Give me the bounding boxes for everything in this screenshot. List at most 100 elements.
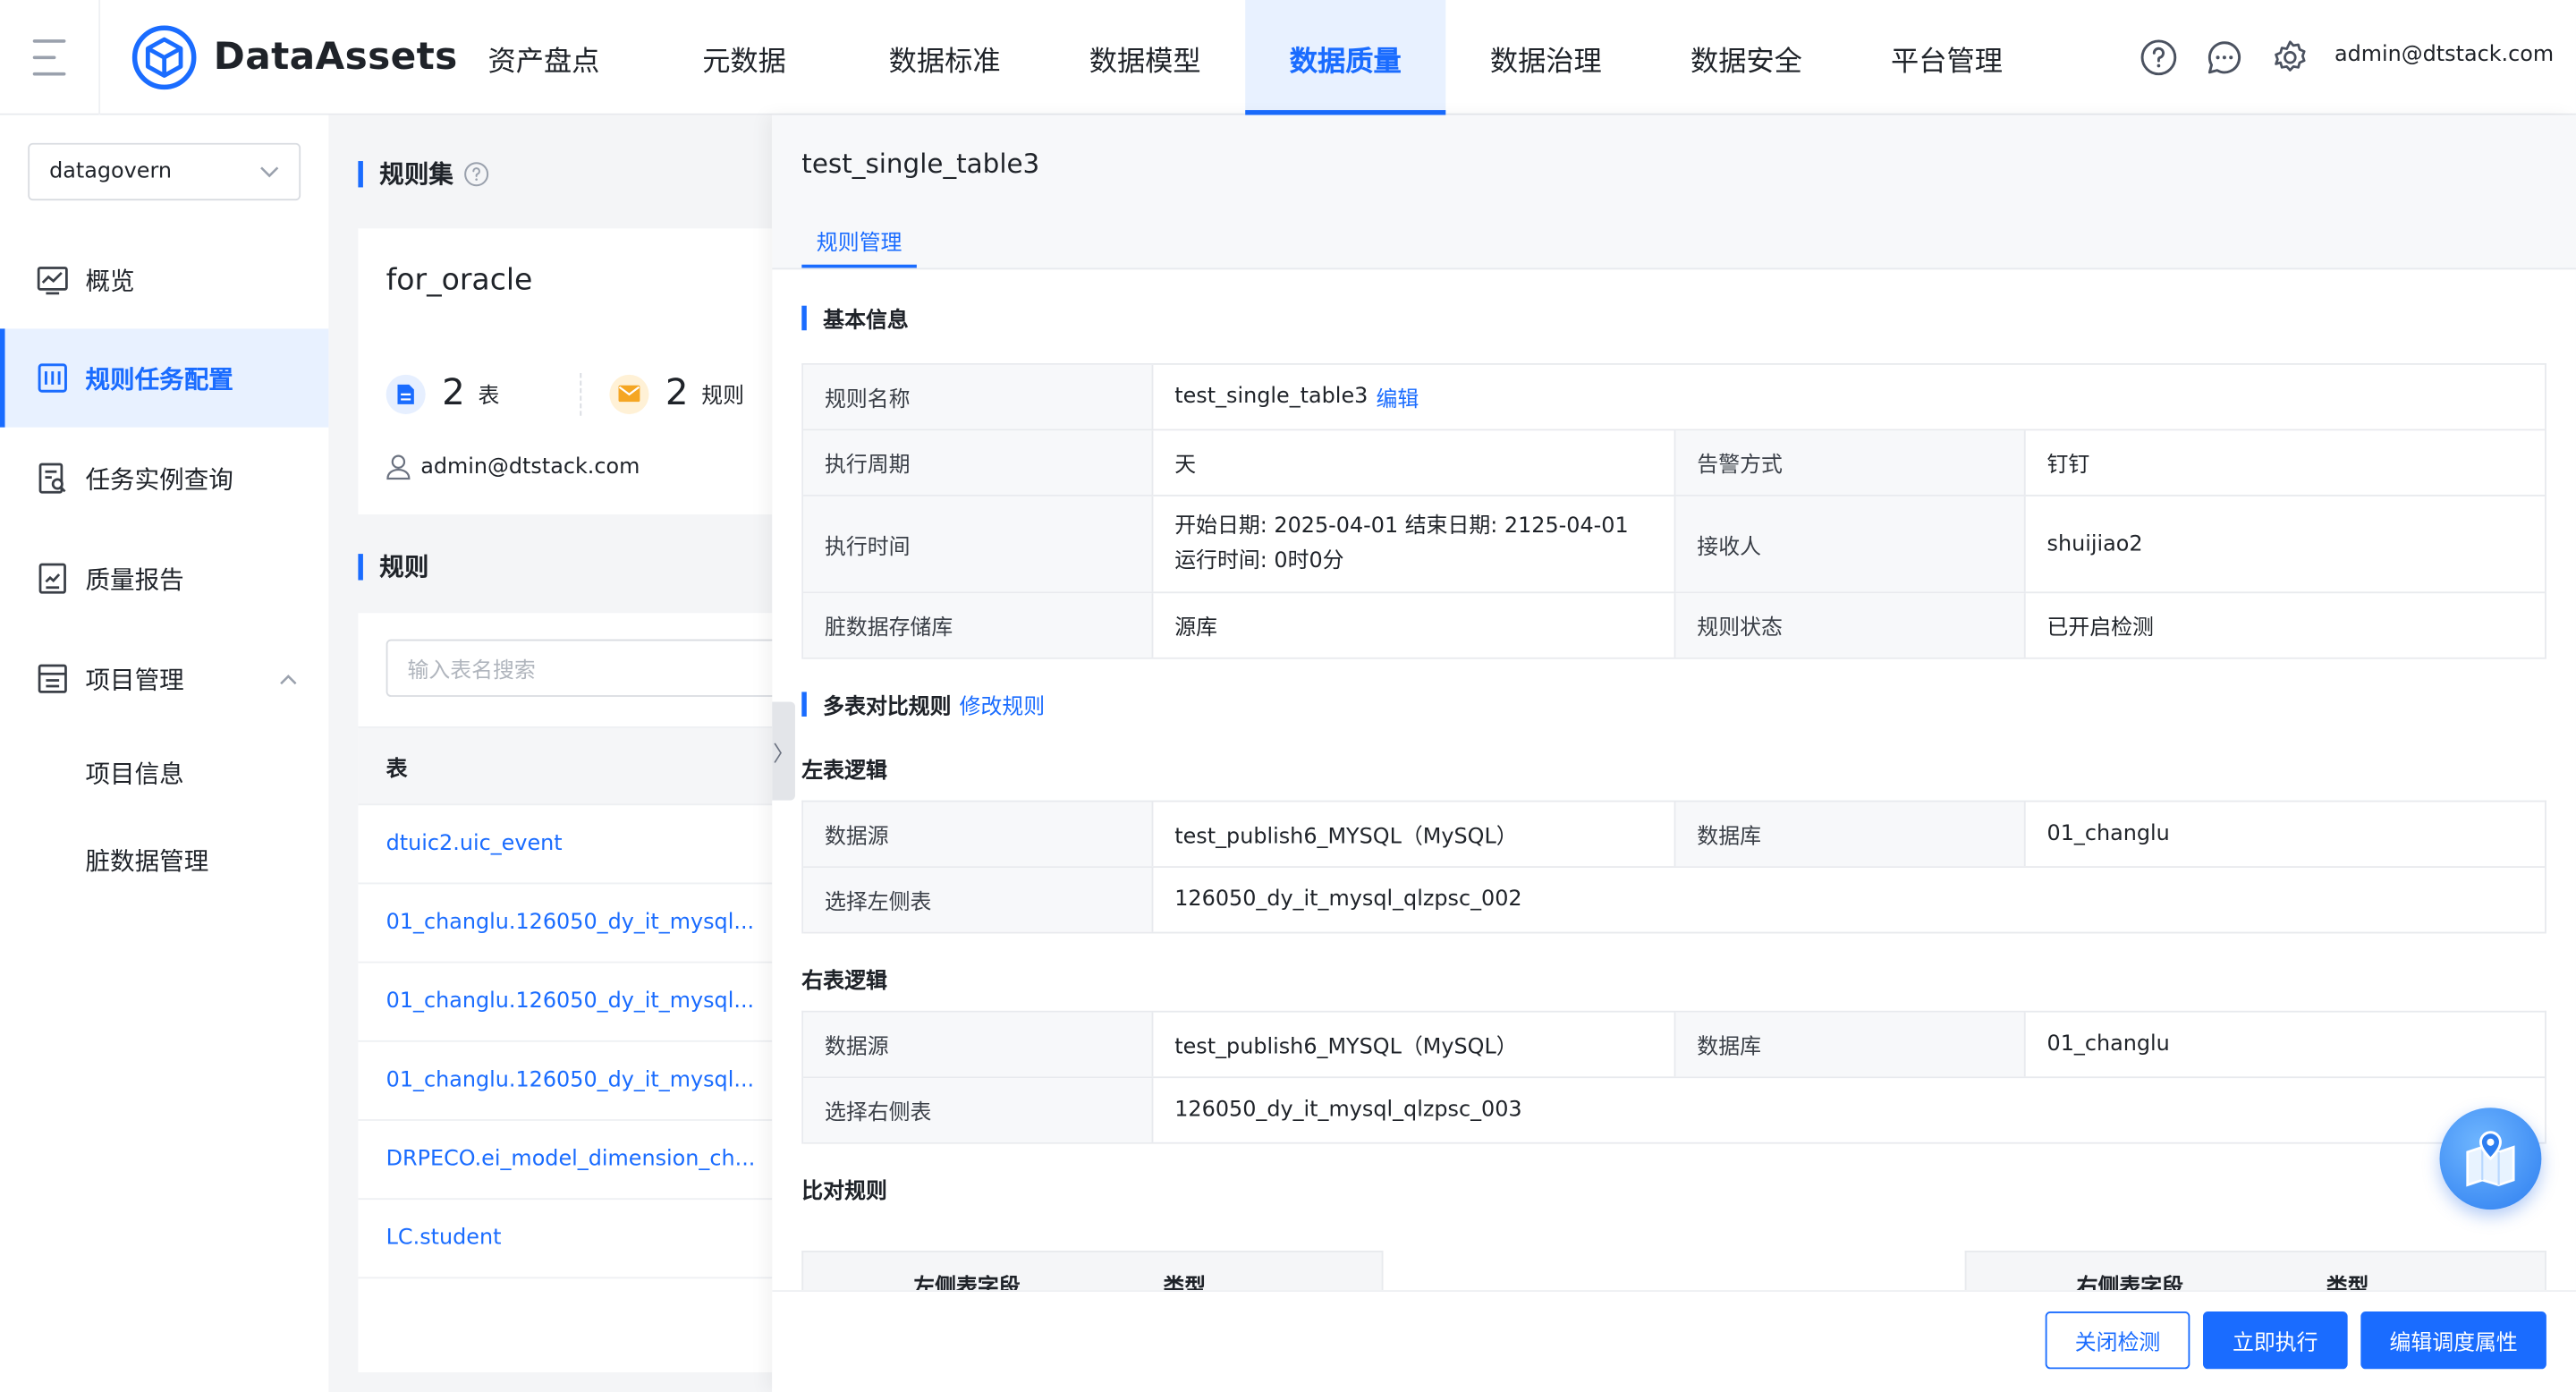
brand-logo[interactable]: DataAssets xyxy=(131,25,458,90)
right-table-label: 选择右侧表 xyxy=(803,1078,1154,1142)
receiver-label: 接收人 xyxy=(1675,496,2026,592)
table-row[interactable]: dtuic2.uic_event xyxy=(358,805,773,885)
project-select-value: datagovern xyxy=(49,159,173,184)
nav-data-model[interactable]: 数据模型 xyxy=(1045,0,1245,115)
cycle-label: 执行周期 xyxy=(803,430,1154,495)
rule-name-value: test_single_table3 编辑 xyxy=(1153,365,2545,429)
right-db-value: 01_changlu xyxy=(2046,1031,2170,1057)
left-logic-grid: 数据源 test_publish6_MYSQL（MySQL） 数据库 01_ch… xyxy=(801,800,2546,934)
sidebar-sub-dirty-data[interactable]: 脏数据管理 xyxy=(86,843,209,878)
search-placeholder: 输入表名搜索 xyxy=(407,658,536,684)
close-detection-button[interactable]: 关闭检测 xyxy=(2045,1311,2190,1370)
guide-map-button[interactable] xyxy=(2439,1108,2542,1210)
nav-platform-admin[interactable]: 平台管理 xyxy=(1846,0,2046,115)
left-db-value: 01_changlu xyxy=(2046,821,2170,847)
right-logic-title: 右表逻辑 xyxy=(801,969,887,995)
instance-query-icon xyxy=(36,462,69,495)
chevron-right-icon: 〉 xyxy=(773,742,795,768)
nav-data-governance[interactable]: 数据治理 xyxy=(1445,0,1646,115)
sidebar-item-label: 规则任务配置 xyxy=(85,363,233,394)
nav-asset-inventory[interactable]: 资产盘点 xyxy=(444,0,644,115)
modify-rule-link[interactable]: 修改规则 xyxy=(960,689,1046,720)
cycle-value: 天 xyxy=(1153,430,1676,495)
left-ds-label: 数据源 xyxy=(803,802,1154,867)
rule-name-label: 规则名称 xyxy=(803,364,1154,429)
nav-data-standard[interactable]: 数据标准 xyxy=(844,0,1045,115)
alert-value: 钉钉 xyxy=(2046,454,2090,479)
sidebar-item-instance-query[interactable]: 任务实例查询 xyxy=(0,429,328,527)
sidebar-item-overview[interactable]: 概览 xyxy=(0,230,328,328)
chevron-down-icon xyxy=(260,166,279,177)
rule-count: 2 xyxy=(665,373,689,414)
cube-logo-icon xyxy=(131,25,197,90)
collapse-handle[interactable]: 〉 xyxy=(772,701,795,801)
stat-divider xyxy=(580,373,582,416)
overview-icon xyxy=(36,263,69,296)
table-search-input[interactable]: 输入表名搜索 xyxy=(386,639,781,697)
nav-metadata[interactable]: 元数据 xyxy=(644,0,844,115)
top-nav: 资产盘点 元数据 数据标准 数据模型 数据质量 数据治理 数据安全 平台管理 xyxy=(444,0,2047,115)
header-icons xyxy=(2139,38,2309,77)
right-table-value: 126050_dy_it_mysql_qlzpsc_003 xyxy=(1174,1098,1522,1123)
right-ds-label: 数据源 xyxy=(803,1012,1154,1077)
sidebar-sub-project-info[interactable]: 项目信息 xyxy=(86,756,184,791)
sidebar-item-rule-task[interactable]: 规则任务配置 xyxy=(0,328,329,428)
right-ds-value: test_publish6_MYSQL（MySQL） xyxy=(1153,1012,1676,1077)
table-row[interactable]: DRPECO.ei_model_dimension_ch... xyxy=(358,1121,773,1201)
left-logic-title: 左表逻辑 xyxy=(801,759,887,785)
left-ds-value: test_publish6_MYSQL（MySQL） xyxy=(1153,802,1676,867)
status-value: 已开启检测 xyxy=(2046,615,2154,641)
chevron-up-icon xyxy=(280,675,297,685)
edit-rule-name-link[interactable]: 编辑 xyxy=(1377,381,1419,413)
dirty-store-label: 脏数据存储库 xyxy=(803,593,1154,658)
time-value: 开始日期: 2025-04-01 结束日期: 2125-04-01 运行时间: … xyxy=(1153,496,1676,592)
run-now-button[interactable]: 立即执行 xyxy=(2203,1311,2348,1370)
sidebar-item-label: 概览 xyxy=(85,265,135,295)
sidebar-item-label: 质量报告 xyxy=(85,564,184,595)
nav-data-security[interactable]: 数据安全 xyxy=(1646,0,1846,115)
left-field-column: 左侧表字段 xyxy=(913,1275,1021,1291)
rule-mail-icon xyxy=(609,373,649,414)
left-table-label: 选择左侧表 xyxy=(803,867,1154,932)
left-compare-header: 左侧表字段 类型 xyxy=(801,1251,1384,1291)
project-icon xyxy=(36,662,69,695)
table-row[interactable]: 01_changlu.126050_dy_it_mysql... xyxy=(358,963,773,1042)
right-db-label: 数据库 xyxy=(1675,1012,2026,1077)
report-icon xyxy=(36,562,69,595)
menu-toggle-icon[interactable] xyxy=(32,39,66,76)
ruleset-name: for_oracle xyxy=(386,262,533,298)
right-compare-header: 右侧表字段 类型 xyxy=(1964,1251,2546,1291)
help-icon[interactable] xyxy=(463,160,489,186)
brand-name: DataAssets xyxy=(213,36,458,80)
rule-count-stat: 2 规则 xyxy=(609,373,744,414)
project-select[interactable]: datagovern xyxy=(28,142,301,201)
left-table-value: 126050_dy_it_mysql_qlzpsc_002 xyxy=(1174,887,1522,912)
alert-label: 告警方式 xyxy=(1675,430,2026,495)
sidebar-item-label: 任务实例查询 xyxy=(85,463,233,495)
message-icon[interactable] xyxy=(2205,38,2244,77)
basic-info-title: 基本信息 xyxy=(801,302,909,334)
user-icon xyxy=(386,454,411,480)
tab-rule-management[interactable]: 规则管理 xyxy=(801,216,917,268)
right-type-column: 类型 xyxy=(2326,1275,2369,1291)
table-row[interactable]: 01_changlu.126050_dy_it_mysql... xyxy=(358,884,773,963)
status-label: 规则状态 xyxy=(1675,593,2026,658)
user-account[interactable]: admin@dtstack.com xyxy=(2334,43,2554,68)
receiver-value: shuijiao2 xyxy=(2046,531,2143,556)
right-logic-grid: 数据源 test_publish6_MYSQL（MySQL） 数据库 01_ch… xyxy=(801,1010,2546,1144)
rule-task-icon xyxy=(36,361,69,395)
help-icon[interactable] xyxy=(2139,38,2178,77)
settings-icon[interactable] xyxy=(2270,38,2309,77)
left-db-label: 数据库 xyxy=(1675,802,2026,867)
table-doc-icon xyxy=(386,373,426,414)
dirty-store-value: 源库 xyxy=(1153,593,1676,658)
table-count: 2 xyxy=(442,373,465,414)
map-pin-icon xyxy=(2466,1131,2515,1187)
edit-schedule-button[interactable]: 编辑调度属性 xyxy=(2360,1311,2546,1370)
nav-data-quality[interactable]: 数据质量 xyxy=(1245,0,1446,115)
compare-rules-title: 比对规则 xyxy=(801,1180,887,1205)
sidebar-item-project-mgmt[interactable]: 项目管理 xyxy=(0,630,328,728)
table-row[interactable]: LC.student xyxy=(358,1200,773,1279)
table-row[interactable]: 01_changlu.126050_dy_it_mysql... xyxy=(358,1042,773,1121)
sidebar-item-quality-report[interactable]: 质量报告 xyxy=(0,530,328,628)
